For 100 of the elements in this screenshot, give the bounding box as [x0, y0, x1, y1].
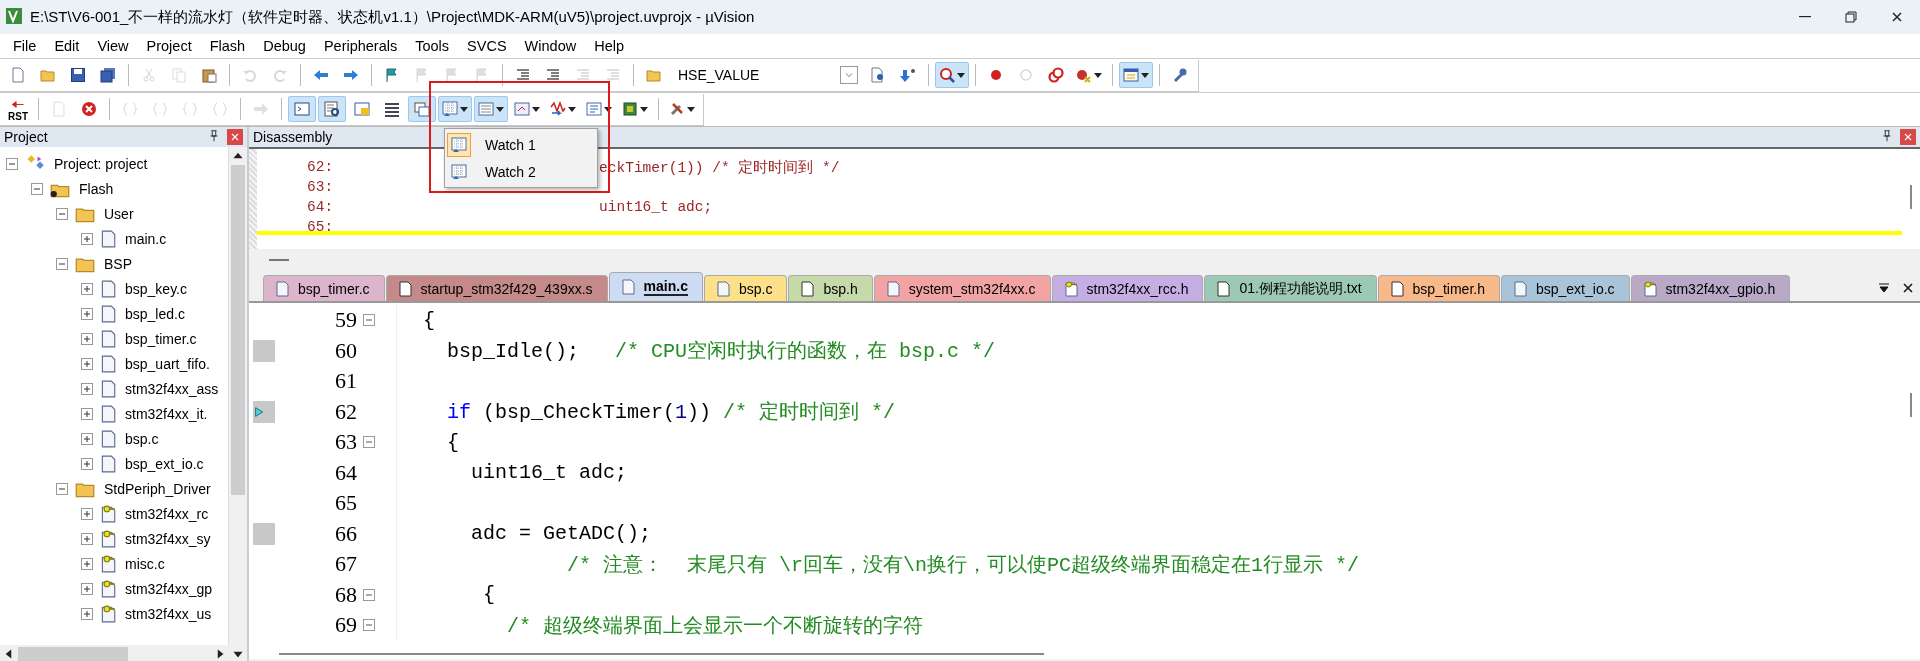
- toolbar-dropdown-button[interactable]: [1119, 62, 1153, 88]
- expand-toggle[interactable]: [81, 232, 93, 245]
- scroll-thumb[interactable]: [1910, 393, 1912, 417]
- file-tab[interactable]: bsp.h: [788, 275, 873, 301]
- menu-item[interactable]: SVCS: [458, 35, 516, 57]
- line-number: 66: [334, 520, 357, 547]
- scrollbar[interactable]: [228, 147, 247, 645]
- tree-item[interactable]: bsp_timer.c: [125, 330, 197, 347]
- fold-toggle[interactable]: [363, 588, 375, 601]
- file-tab[interactable]: stm32f4xx_rcc.h: [1051, 275, 1204, 301]
- menu-item[interactable]: Watch 1: [445, 131, 597, 158]
- tree-item[interactable]: stm32f4xx_gp: [125, 580, 213, 597]
- document-icon: [99, 303, 117, 324]
- document-icon: [884, 280, 901, 297]
- minimize-icon: [1799, 16, 1811, 18]
- tree-item[interactable]: bsp_ext_io.c: [125, 455, 204, 472]
- expand-toggle[interactable]: [81, 432, 93, 445]
- expand-toggle[interactable]: [81, 582, 93, 595]
- flag-icon: [384, 67, 400, 83]
- tree-item[interactable]: stm32f4xx_ass: [125, 380, 219, 397]
- menu-item[interactable]: Project: [137, 35, 201, 57]
- collapse-toggle[interactable]: [31, 182, 43, 195]
- tree-item[interactable]: bsp.c: [125, 430, 159, 447]
- panel-close-button[interactable]: [227, 129, 243, 145]
- window-icon: [354, 101, 370, 117]
- reset-button[interactable]: RST: [4, 96, 32, 122]
- file-tab[interactable]: bsp_ext_io.c: [1500, 275, 1630, 301]
- tree-item[interactable]: Flash: [79, 180, 114, 197]
- expand-toggle[interactable]: [81, 532, 93, 545]
- braces-icon: [212, 101, 228, 117]
- tree-item[interactable]: Project: project: [54, 155, 148, 172]
- fold-toggle[interactable]: [363, 619, 375, 632]
- key-document-icon: [99, 578, 117, 599]
- toolbar-button[interactable]: [408, 96, 436, 122]
- fold-toggle[interactable]: [363, 314, 375, 327]
- file-tab[interactable]: system_stm32f4xx.c: [873, 275, 1051, 301]
- scroll-thumb[interactable]: [279, 653, 1044, 655]
- document-icon: [274, 280, 290, 297]
- menu-item[interactable]: Edit: [45, 35, 89, 57]
- tree-item[interactable]: main.c: [125, 230, 167, 247]
- expand-toggle[interactable]: [81, 457, 93, 470]
- line-number: 67: [334, 551, 357, 578]
- code-line: {: [482, 583, 495, 607]
- file-tab[interactable]: bsp_timer.c: [263, 275, 385, 301]
- toolbar-button[interactable]: [318, 96, 346, 122]
- expand-toggle[interactable]: [81, 407, 93, 420]
- tree-item[interactable]: bsp_key.c: [125, 280, 187, 297]
- menu-item[interactable]: Tools: [406, 35, 459, 57]
- expand-toggle[interactable]: [81, 507, 93, 520]
- menu-item[interactable]: Help: [585, 35, 633, 57]
- expand-toggle[interactable]: [81, 332, 93, 345]
- braces-icon: [182, 101, 198, 117]
- menu-item[interactable]: Flash: [200, 35, 255, 57]
- horizontal-scrollbar[interactable]: [0, 645, 247, 661]
- file-tab[interactable]: startup_stm32f429_439xx.s: [385, 275, 608, 301]
- tree-item[interactable]: BSP: [104, 255, 132, 272]
- scroll-thumb[interactable]: [269, 259, 289, 261]
- chip-icon: [622, 101, 638, 117]
- document-search-icon: [870, 67, 886, 83]
- expand-toggle[interactable]: [81, 357, 93, 370]
- tree-item[interactable]: stm32f4xx_rc: [125, 505, 209, 522]
- menu-item[interactable]: Peripherals: [314, 35, 407, 57]
- tree-item[interactable]: misc.c: [125, 555, 165, 572]
- tree-item[interactable]: stm32f4xx_it.: [125, 405, 208, 422]
- file-tab[interactable]: main.c: [608, 272, 703, 301]
- panel-close-button[interactable]: [1900, 129, 1916, 145]
- expand-toggle[interactable]: [81, 382, 93, 395]
- tree-item[interactable]: bsp_led.c: [125, 305, 185, 322]
- menu-item[interactable]: Debug: [254, 35, 315, 57]
- tree-item[interactable]: stm32f4xx_sy: [125, 530, 211, 547]
- panel-title: Disassembly: [253, 129, 333, 145]
- tree-item[interactable]: User: [104, 205, 134, 222]
- caret-icon: [532, 106, 540, 112]
- expand-toggle[interactable]: [81, 607, 93, 620]
- expand-toggle[interactable]: [81, 282, 93, 295]
- menu-item[interactable]: Window: [515, 35, 586, 57]
- toolbar-dropdown-button[interactable]: [935, 62, 969, 88]
- tree-item[interactable]: stm32f4xx_us: [125, 605, 212, 622]
- menu-item[interactable]: File: [4, 35, 46, 57]
- collapse-toggle[interactable]: [56, 207, 68, 220]
- collapse-toggle[interactable]: [56, 257, 68, 270]
- line-number: 60: [334, 337, 357, 364]
- menu-item[interactable]: View: [88, 35, 138, 57]
- file-tab[interactable]: bsp.c: [703, 275, 788, 301]
- toolbar-dropdown-button[interactable]: [438, 96, 472, 122]
- file-tab[interactable]: 01.例程功能说明.txt: [1204, 275, 1377, 301]
- toolbar-dropdown-button[interactable]: [474, 96, 508, 122]
- collapse-toggle[interactable]: [6, 157, 18, 170]
- scroll-thumb[interactable]: [1910, 185, 1912, 209]
- collapse-toggle[interactable]: [56, 482, 68, 495]
- menu-item[interactable]: Watch 2: [445, 158, 597, 185]
- tree-item[interactable]: StdPeriph_Driver: [104, 480, 211, 497]
- expand-toggle[interactable]: [81, 557, 93, 570]
- document-icon: [714, 280, 731, 297]
- fold-toggle[interactable]: [363, 436, 375, 449]
- tree-item[interactable]: bsp_uart_fifo.: [125, 355, 210, 372]
- file-tab[interactable]: stm32f4xx_gpio.h: [1630, 275, 1791, 301]
- caret-icon: [1094, 72, 1102, 78]
- file-tab[interactable]: bsp_timer.h: [1377, 275, 1500, 301]
- expand-toggle[interactable]: [81, 307, 93, 320]
